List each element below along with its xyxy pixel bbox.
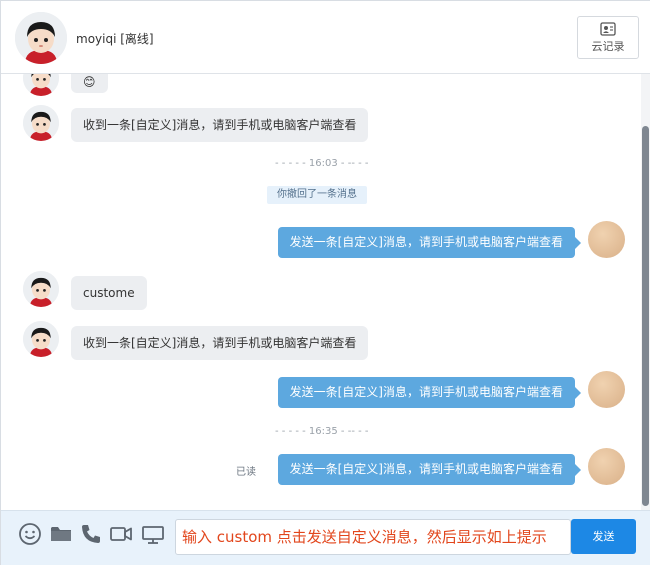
peer-avatar — [23, 271, 59, 307]
message-list[interactable]: 😊 收到一条[自定义]消息，请到手机或电脑客户端查看 - - - - - 16:… — [1, 74, 641, 510]
self-avatar — [588, 448, 625, 485]
emoji-icon[interactable] — [18, 522, 42, 546]
input-bar: 输入 custom 点击发送自定义消息，然后显示如上提示 发送 — [1, 510, 650, 565]
contact-avatar[interactable] — [15, 12, 67, 64]
self-avatar — [588, 221, 625, 258]
recall-notice: 你撤回了一条消息 — [267, 186, 367, 204]
timestamp: - - - - - 16:03 - -- - - — [275, 158, 369, 169]
chat-header: moyiqi [离线] 云记录 — [1, 1, 650, 74]
message-bubble-outgoing[interactable]: 发送一条[自定义]消息，请到手机或电脑客户端查看 — [277, 377, 582, 408]
scrollbar-thumb[interactable] — [642, 126, 649, 506]
contact-card-icon — [600, 22, 616, 36]
message-bubble-outgoing[interactable]: 发送一条[自定义]消息，请到手机或电脑客户端查看 — [277, 454, 582, 485]
self-avatar — [588, 371, 625, 408]
message-input[interactable]: 输入 custom 点击发送自定义消息，然后显示如上提示 — [175, 519, 571, 555]
message-bubble-incoming[interactable]: 收到一条[自定义]消息，请到手机或电脑客户端查看 — [71, 108, 369, 142]
message-bubble-incoming[interactable]: custome — [71, 276, 147, 310]
chat-window: moyiqi [离线] 云记录 😊 收到一条[自定义]消息，请到手机或电脑客户端… — [0, 0, 650, 565]
contact-name: moyiqi [离线] — [76, 32, 154, 46]
phone-icon[interactable] — [79, 522, 103, 546]
message-scrollbar[interactable] — [641, 74, 650, 510]
peer-avatar — [23, 321, 59, 357]
emoji-message: 😊 — [83, 75, 96, 89]
message-bubble-incoming[interactable]: 😊 — [71, 74, 108, 93]
cloud-record-label: 云记录 — [591, 40, 625, 53]
message-bubble-incoming[interactable]: 收到一条[自定义]消息，请到手机或电脑客户端查看 — [71, 326, 369, 360]
read-receipt: 已读 — [236, 467, 256, 478]
video-icon[interactable] — [109, 522, 133, 546]
peer-avatar — [23, 74, 59, 96]
screen-icon[interactable] — [141, 522, 165, 546]
folder-icon[interactable] — [49, 522, 73, 546]
cloud-record-button[interactable]: 云记录 — [577, 16, 639, 59]
peer-avatar — [23, 105, 59, 141]
message-bubble-outgoing[interactable]: 发送一条[自定义]消息，请到手机或电脑客户端查看 — [277, 227, 582, 258]
send-button[interactable]: 发送 — [571, 519, 636, 554]
timestamp: - - - - - 16:35 - -- - - — [275, 426, 369, 437]
